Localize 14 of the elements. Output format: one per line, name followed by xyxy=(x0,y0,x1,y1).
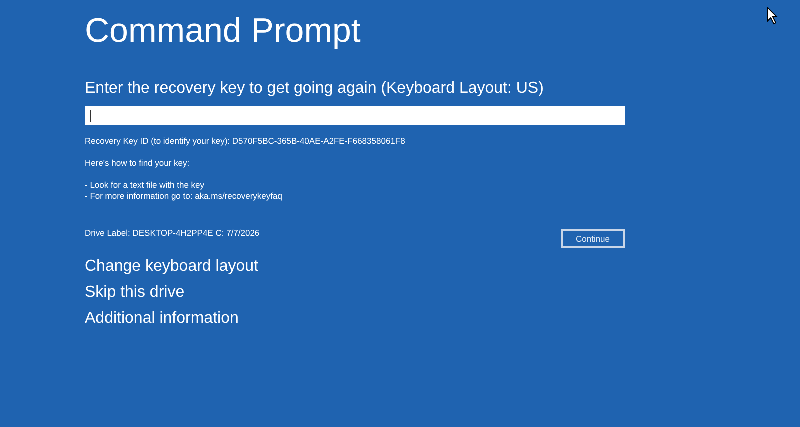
mouse-pointer-icon xyxy=(767,7,779,25)
help-item: - Look for a text file with the key xyxy=(85,180,206,191)
text-cursor xyxy=(90,110,91,122)
continue-button[interactable]: Continue xyxy=(561,229,625,248)
drive-label: Drive Label: DESKTOP-4H2PP4E C: 7/7/2026 xyxy=(85,228,260,239)
recovery-key-field[interactable] xyxy=(85,106,625,125)
help-heading: Here's how to find your key: xyxy=(85,158,191,169)
recovery-key-id: Recovery Key ID (to identify your key): D570F5BC-365B-40AE-A2FE-F668358061F8 xyxy=(85,136,406,147)
page-title: Command Prompt xyxy=(85,11,362,52)
prompt-text: Enter the recovery key to get going again (Keyboard Layout: US) xyxy=(85,79,545,99)
link[interactable]: Additional information xyxy=(85,309,239,329)
link[interactable]: Change keyboard layout xyxy=(85,257,258,277)
link[interactable]: Skip this drive xyxy=(85,283,185,303)
help-item: - For more information go to: aka.ms/recoverykeyfaq xyxy=(85,191,284,202)
